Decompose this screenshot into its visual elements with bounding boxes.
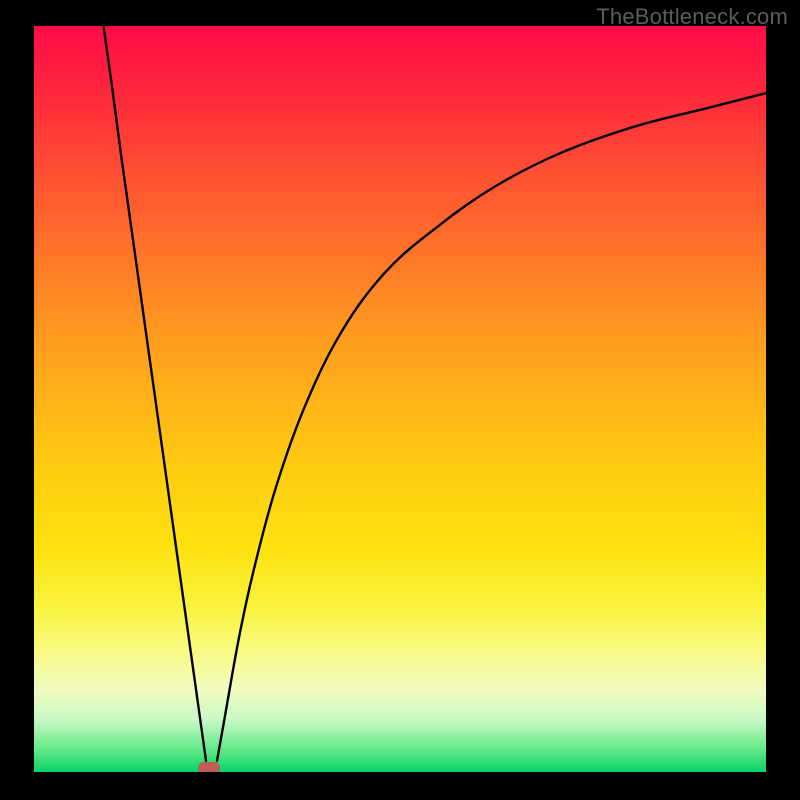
optimum-marker [198, 762, 220, 772]
optimum-marker-layer [34, 26, 766, 772]
plot-area [34, 26, 766, 772]
chart-frame: TheBottleneck.com [0, 0, 800, 800]
watermark-text: TheBottleneck.com [596, 4, 788, 30]
